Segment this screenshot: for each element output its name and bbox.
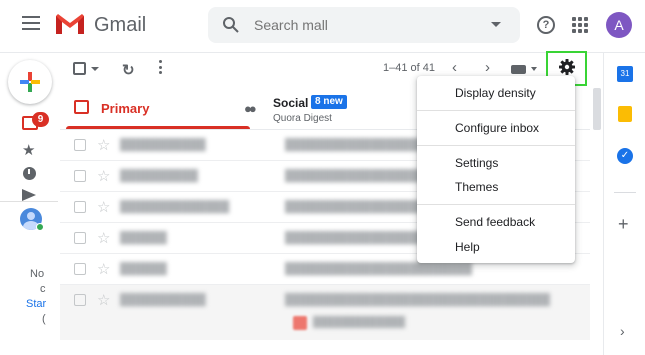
hangouts-hint-line: No xyxy=(30,268,45,280)
inbox-unread-badge: 9 xyxy=(32,112,49,127)
blurred-sender: ██████ xyxy=(120,232,167,244)
rail-divider xyxy=(0,201,58,202)
pagination-range: 1–41 of 41 xyxy=(383,62,435,74)
refresh-icon[interactable]: ↻ xyxy=(122,61,135,79)
tab-primary[interactable]: Primary xyxy=(101,101,149,116)
compose-button[interactable] xyxy=(8,60,52,104)
attachment-chip-icon[interactable] xyxy=(293,316,307,330)
gmail-brand-text[interactable]: Gmail xyxy=(94,14,146,37)
blurred-sender: ███████████ xyxy=(120,139,206,151)
right-rail-separator xyxy=(614,192,636,193)
row-checkbox[interactable] xyxy=(74,294,86,306)
keep-icon[interactable] xyxy=(618,106,632,122)
star-icon[interactable]: ☆ xyxy=(97,260,110,278)
hangouts-start-link[interactable]: Star xyxy=(26,298,46,310)
menu-divider xyxy=(417,110,575,111)
select-all-checkbox[interactable] xyxy=(73,62,86,75)
star-icon[interactable]: ☆ xyxy=(97,136,110,154)
blurred-sender: ██████ xyxy=(120,263,167,275)
blurred-subject: ████████████████████████ xyxy=(285,263,473,275)
row-checkbox[interactable] xyxy=(74,263,86,275)
blurred-attachment-name: █████████████ xyxy=(313,317,406,328)
row-checkbox[interactable] xyxy=(74,232,86,244)
social-people-icon[interactable]: ●● xyxy=(244,101,257,116)
social-tab-sender-preview: Quora Digest xyxy=(273,113,332,124)
expand-side-panel-icon[interactable]: › xyxy=(620,323,625,339)
blurred-sender: ███████████ xyxy=(120,294,206,306)
menu-item-display-density[interactable]: Display density xyxy=(455,86,536,100)
plus-icon xyxy=(20,72,40,92)
hangouts-hint-line: ( xyxy=(42,313,46,325)
star-icon[interactable]: ☆ xyxy=(97,229,110,247)
select-options-chevron-icon[interactable] xyxy=(91,67,99,71)
starred-icon[interactable]: ★ xyxy=(22,141,35,159)
blurred-sender: ██████████ xyxy=(120,170,198,182)
social-new-badge: 8 new xyxy=(311,95,347,109)
right-rail-divider xyxy=(603,52,604,355)
gmail-logo-icon[interactable] xyxy=(54,12,86,36)
blurred-subject: ██████████████████████████████████ xyxy=(285,294,550,306)
star-icon[interactable]: ☆ xyxy=(97,167,110,185)
tab-social[interactable]: Social xyxy=(273,96,308,110)
search-icon[interactable] xyxy=(222,16,240,34)
snoozed-clock-icon[interactable] xyxy=(23,167,36,180)
settings-menu: Display density Configure inbox Settings… xyxy=(417,76,575,263)
help-icon[interactable]: ? xyxy=(537,16,555,34)
apps-grid-icon[interactable] xyxy=(572,17,588,33)
input-tools-keyboard-icon[interactable] xyxy=(511,65,526,74)
hangouts-hint-line: c xyxy=(40,283,46,295)
search-options-icon[interactable] xyxy=(491,22,501,27)
menu-item-send-feedback[interactable]: Send feedback xyxy=(455,215,535,229)
input-tools-chevron-icon[interactable] xyxy=(531,67,537,71)
menu-divider xyxy=(417,145,575,146)
star-icon[interactable]: ☆ xyxy=(97,198,110,216)
table-row[interactable]: ☆ ███████████ ██████████████████████████… xyxy=(60,285,590,340)
row-checkbox[interactable] xyxy=(74,201,86,213)
primary-inbox-icon[interactable] xyxy=(74,100,89,114)
star-icon[interactable]: ☆ xyxy=(97,291,110,309)
next-page-icon[interactable]: › xyxy=(485,59,490,76)
main-menu-icon[interactable] xyxy=(22,16,40,30)
account-avatar[interactable]: A xyxy=(606,12,632,38)
more-options-icon[interactable] xyxy=(159,60,163,74)
menu-item-help[interactable]: Help xyxy=(455,240,480,254)
sent-icon[interactable] xyxy=(22,189,36,201)
gear-icon[interactable] xyxy=(557,57,577,77)
online-status-dot xyxy=(36,223,44,231)
menu-item-configure-inbox[interactable]: Configure inbox xyxy=(455,121,539,135)
tasks-icon[interactable]: ✓ xyxy=(617,148,633,164)
previous-page-icon[interactable]: ‹ xyxy=(452,59,457,76)
row-checkbox[interactable] xyxy=(74,170,86,182)
menu-item-themes[interactable]: Themes xyxy=(455,180,498,194)
menu-divider xyxy=(417,204,575,205)
calendar-icon[interactable]: 31 xyxy=(617,66,633,82)
blurred-sender: ██████████████ xyxy=(120,201,230,213)
search-input[interactable] xyxy=(254,17,474,33)
scrollbar-thumb[interactable] xyxy=(593,88,601,130)
menu-item-settings[interactable]: Settings xyxy=(455,156,498,170)
row-checkbox[interactable] xyxy=(74,139,86,151)
get-addons-plus-icon[interactable]: + xyxy=(618,214,629,235)
